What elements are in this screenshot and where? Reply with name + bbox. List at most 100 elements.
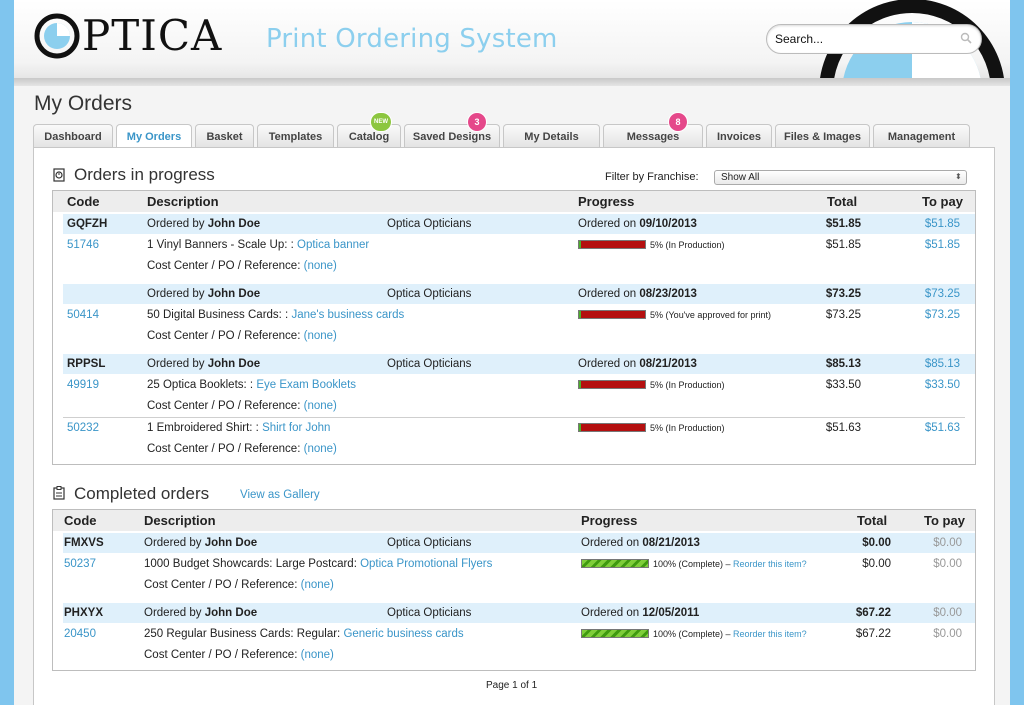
order-item-id-link[interactable]: 20450: [64, 628, 96, 640]
order-item-id-link[interactable]: 51746: [67, 239, 99, 251]
tab-invoices[interactable]: Invoices: [706, 124, 772, 148]
order-item-id-link[interactable]: 50237: [64, 558, 96, 570]
optica-logo[interactable]: PTICA: [34, 10, 222, 62]
cost-center: Cost Center / PO / Reference: (none): [144, 579, 334, 591]
item-total: $33.50: [825, 379, 861, 391]
tab-label: Invoices: [716, 131, 762, 143]
group-to-pay[interactable]: $73.25: [925, 288, 960, 300]
product-link[interactable]: Eye Exam Booklets: [256, 379, 356, 391]
main-panel: My Orders Dashboard My Orders Basket Templa…: [14, 86, 1010, 705]
ordered-by-user: John Doe: [204, 537, 258, 549]
item-to-pay[interactable]: $51.63: [925, 422, 960, 434]
order-item-id-link[interactable]: 50232: [67, 422, 99, 434]
progress-bar: [581, 559, 649, 568]
progress-status-text: 100% (Complete) –: [653, 559, 734, 569]
order-date: 09/10/2013: [639, 218, 697, 230]
progress-status: 5% (In Production): [650, 380, 725, 390]
ordered-on-label: Ordered on: [578, 218, 637, 230]
total-header: Total: [827, 194, 858, 209]
order-item-row: 50414 50 Digital Business Cards: : Jane's…: [63, 305, 975, 325]
group-to-pay[interactable]: $85.13: [925, 358, 960, 370]
item-to-pay[interactable]: $51.85: [925, 239, 960, 251]
order-item-row: 51746 1 Vinyl Banners - Scale Up: : Optic…: [63, 235, 975, 255]
product-link[interactable]: Generic business cards: [343, 628, 463, 640]
ordered-by-label: Ordered by: [147, 288, 205, 300]
ordered-by-user: John Doe: [207, 358, 261, 370]
product-link[interactable]: Shirt for John: [262, 422, 330, 434]
logo-text: PTICA: [82, 11, 223, 60]
order-item-id-link[interactable]: 50414: [67, 309, 99, 321]
item-total: $73.25: [825, 309, 861, 321]
order-group-row: PHXYX Ordered by John Doe Optica Opticians…: [63, 603, 975, 623]
tab-saved-designs[interactable]: Saved Designs 3: [404, 113, 500, 148]
tab-files-images[interactable]: Files & Images: [775, 124, 870, 148]
to-pay-header: To pay: [924, 513, 965, 528]
tab-catalog[interactable]: Catalog NEW: [337, 113, 401, 148]
tab-dashboard[interactable]: Dashboard: [33, 124, 113, 148]
progress-fill: [579, 241, 581, 248]
order-item-row: 20450 250 Regular Business Cards: Regular…: [63, 624, 975, 644]
tab-label: Management: [887, 131, 956, 143]
progress-track: [579, 241, 645, 248]
tab-templates[interactable]: Templates: [257, 124, 334, 148]
progress-bar: [578, 423, 646, 432]
search-icon[interactable]: [960, 32, 972, 44]
order-item-id-link[interactable]: 49919: [67, 379, 99, 391]
progress-status: 5% (You've approved for print): [650, 310, 771, 320]
completed-orders-icon: [53, 486, 65, 500]
progress-bar: [578, 310, 646, 319]
ordered-on: Ordered on 08/21/2013: [578, 358, 697, 370]
tab-messages[interactable]: Messages 8: [603, 113, 703, 148]
item-total: $0.00: [862, 558, 891, 570]
cost-center-value-link[interactable]: (none): [301, 649, 334, 661]
orders-in-progress-icon: [53, 168, 65, 182]
reorder-link[interactable]: Reorder this item?: [733, 559, 807, 569]
cost-center-label: Cost Center / PO / Reference:: [147, 443, 301, 455]
count-badge: 8: [669, 113, 687, 131]
tab-label: Saved Designs: [412, 131, 492, 143]
product-link[interactable]: Optica banner: [297, 239, 369, 251]
cost-center-value-link[interactable]: (none): [301, 579, 334, 591]
franchise-name: Optica Opticians: [387, 537, 472, 549]
progress-status-text: 5% (In Production): [650, 380, 725, 390]
item-description-text: 1 Vinyl Banners - Scale Up: :: [147, 239, 297, 251]
ordered-by: Ordered by John Doe: [147, 358, 260, 370]
item-to-pay[interactable]: $73.25: [925, 309, 960, 321]
ordered-on-label: Ordered on: [581, 607, 640, 619]
tab-management[interactable]: Management: [873, 124, 970, 148]
order-date: 12/05/2011: [642, 607, 700, 619]
cost-center-value-link[interactable]: (none): [304, 260, 337, 272]
cost-center-value-link[interactable]: (none): [304, 330, 337, 342]
ordered-on-label: Ordered on: [578, 288, 637, 300]
product-link[interactable]: Jane's business cards: [291, 309, 404, 321]
item-to-pay[interactable]: $33.50: [925, 379, 960, 391]
cost-center-label: Cost Center / PO / Reference:: [147, 260, 301, 272]
franchise-filter-select[interactable]: Show All: [714, 170, 967, 185]
tab-my-details[interactable]: My Details: [503, 124, 600, 148]
cost-center-value-link[interactable]: (none): [304, 443, 337, 455]
group-total: $85.13: [825, 358, 861, 370]
cost-center: Cost Center / PO / Reference: (none): [147, 260, 337, 272]
cost-center-value-link[interactable]: (none): [304, 400, 337, 412]
item-total: $51.63: [825, 422, 861, 434]
completed-orders-title: Completed orders: [74, 484, 210, 503]
tab-basket[interactable]: Basket: [195, 124, 254, 148]
progress-status-text: 5% (You've approved for print): [650, 310, 771, 320]
search-input[interactable]: [766, 24, 982, 54]
description-header: Description: [144, 513, 216, 528]
progress-status: 100% (Complete) – Reorder this item?: [653, 629, 807, 639]
group-to-pay[interactable]: $51.85: [925, 218, 960, 230]
new-badge: NEW: [371, 113, 391, 131]
product-link[interactable]: Optica Promotional Flyers: [360, 558, 492, 570]
order-group-row: FMXVS Ordered by John Doe Optica Opticians…: [63, 533, 975, 553]
orders-in-progress-table: Code Description Progress Total To pay GQFZH O…: [52, 190, 976, 465]
reorder-link[interactable]: Reorder this item?: [733, 629, 807, 639]
ordered-by-label: Ordered by: [144, 537, 202, 549]
group-to-pay: $0.00: [933, 607, 962, 619]
table-header: Code Description Progress Total To pay: [53, 191, 975, 212]
view-as-gallery-link[interactable]: View as Gallery: [240, 489, 320, 501]
total-header: Total: [857, 513, 888, 528]
group-total: $51.85: [825, 218, 861, 230]
item-description: 50 Digital Business Cards: : Jane's busi…: [147, 309, 404, 321]
item-description-text: 1 Embroidered Shirt: :: [147, 422, 263, 434]
